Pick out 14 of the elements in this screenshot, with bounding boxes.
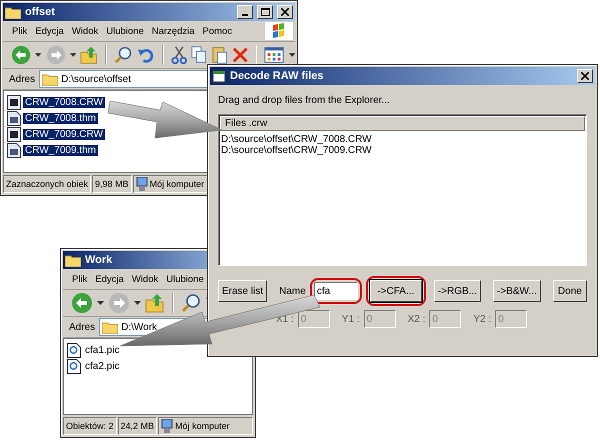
status-panel: Zaznaczonych obiek — [3, 175, 92, 193]
coordinate-label: X2 : — [408, 314, 426, 324]
coordinate-label: Y2 : — [473, 314, 492, 324]
address-label: Adres — [69, 322, 96, 332]
instruction-text: Drag and drop files from the Explorer... — [218, 95, 391, 106]
coordinate-label: Y1 : — [342, 314, 360, 324]
status-panel: Obiektów: 2 — [63, 417, 117, 435]
status-panel: 24,2 MB — [118, 417, 158, 435]
window-title: Work — [85, 254, 112, 266]
address-label: Adres — [9, 74, 36, 84]
status-panel: 9,98 MB — [92, 175, 132, 193]
name-label: Name — [279, 286, 306, 296]
status-panel: Mój komputer — [158, 417, 253, 435]
window-title: offset — [25, 6, 55, 18]
